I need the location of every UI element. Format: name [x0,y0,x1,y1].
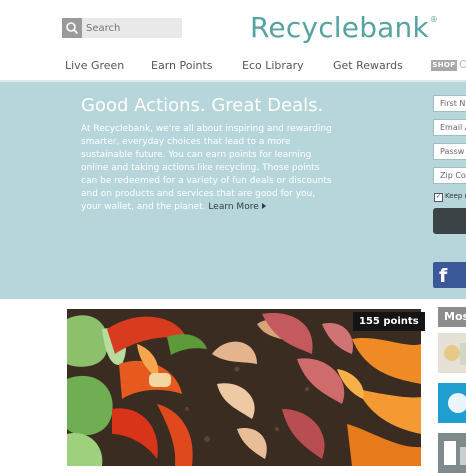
shop-badge[interactable]: SHOP [431,60,457,71]
hero-body: At Recyclebank, we're all about inspirin… [81,124,332,212]
zip-code-field[interactable]: Zip Co [433,167,466,184]
thumbnail-image [438,383,466,423]
facebook-icon: f [439,265,448,287]
search-icon [66,22,79,35]
search-button[interactable] [62,18,82,38]
learn-more-label: Learn More [208,202,259,212]
search-box [62,18,182,38]
learn-more-link[interactable]: Learn More [208,202,266,212]
compost-image [67,309,421,466]
keep-signed-in-checkbox[interactable]: ✓ [434,193,443,202]
arrow-right-icon [261,203,266,209]
search-input[interactable] [86,18,180,38]
recyclebank-logo[interactable]: Recyclebank® [250,11,438,44]
email-field[interactable]: Email A [433,119,466,136]
hero-title: Good Actions. Great Deals. [81,95,324,116]
most-popular-heading: Mos [438,307,466,327]
nav-earn-points[interactable]: Earn Points [151,59,213,72]
keep-signed-in-label: Keep m [445,192,466,200]
side-thumbnail[interactable] [438,383,466,423]
facebook-login-button[interactable]: f [433,262,466,288]
registered-mark: ® [429,15,439,24]
first-name-field[interactable]: First N [433,95,466,112]
thumbnail-image [438,333,466,373]
join-button[interactable] [433,208,466,234]
nav-get-rewards[interactable]: Get Rewards [333,59,403,72]
feature-card[interactable] [67,309,421,466]
password-field[interactable]: Passw [433,143,466,160]
side-thumbnail[interactable] [438,433,466,473]
points-badge: 155 points [353,312,425,331]
thumbnail-image [438,433,466,473]
nav-live-green[interactable]: Live Green [65,59,124,72]
hero-description: At Recyclebank, we're all about inspirin… [81,123,337,214]
side-thumbnail[interactable] [438,333,466,373]
nav-shop-partial[interactable]: O [459,58,466,71]
nav-eco-library[interactable]: Eco Library [242,59,304,72]
logo-text: Recyclebank [250,11,429,44]
